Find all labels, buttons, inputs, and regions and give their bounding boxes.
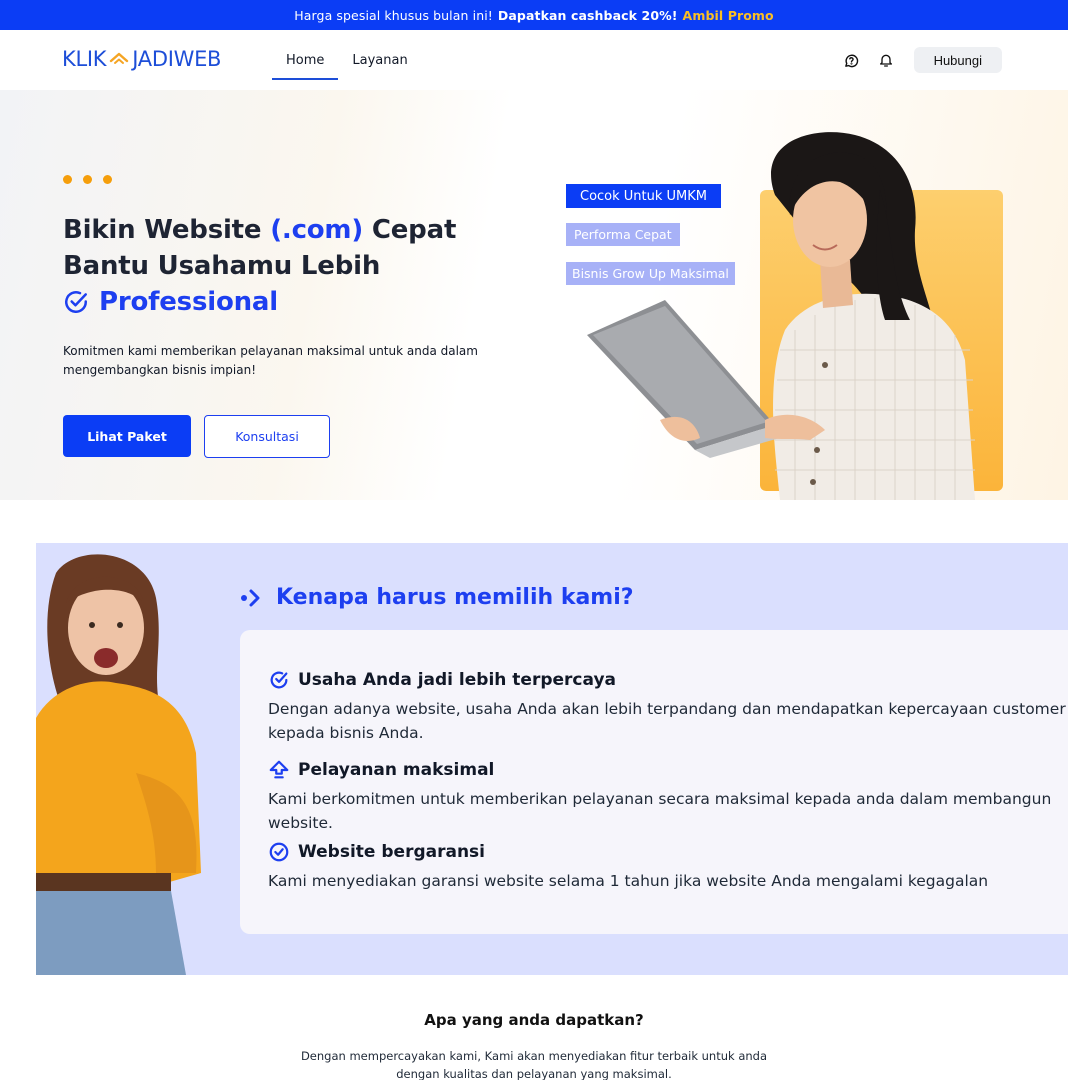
promo-banner: Harga spesial khusus bulan ini! Dapatkan… <box>0 0 1068 30</box>
feature-text: Dengan adanya website, usaha Anda akan l… <box>268 700 1066 742</box>
house-logo-icon <box>110 52 129 64</box>
hero-woman-laptop-image <box>587 132 975 500</box>
excited-woman-image <box>36 554 201 975</box>
decorative-dots <box>63 175 112 184</box>
promo-highlight: Dapatkan cashback 20%! <box>497 7 678 23</box>
tag-growth: Bisnis Grow Up Maksimal <box>566 262 735 285</box>
tag-performance: Performa Cepat <box>566 223 680 246</box>
benefits-title: Apa yang anda dapatkan? <box>424 1011 644 1029</box>
feature-item: Usaha Anda jadi lebih terpercaya Dengan … <box>268 668 1068 745</box>
bell-icon[interactable] <box>876 50 896 70</box>
tag-umkm: Cocok Untuk UMKM <box>566 184 722 208</box>
navbar: KLIK JADIWEB Home Layanan Hubungi <box>0 30 1068 90</box>
arrow-up-icon <box>269 760 289 779</box>
badge-check-icon <box>269 842 289 862</box>
why-section: Kenapa harus memilih kami? Usaha Anda ja… <box>36 543 1068 975</box>
hero-title-line3: Professional <box>99 287 278 317</box>
logo[interactable]: KLIK JADIWEB <box>62 47 221 71</box>
feature-title: Website bergaransi <box>298 842 485 862</box>
view-packages-button[interactable]: Lihat Paket <box>63 415 191 457</box>
why-title: Kenapa harus memilih kami? <box>240 585 634 610</box>
check-circle-icon <box>270 671 288 689</box>
hero-title: Bikin Website (.com) Cepat Bantu Usahamu… <box>63 212 456 320</box>
circle-check-icon <box>65 291 87 313</box>
promo-link[interactable]: Ambil Promo <box>683 8 774 23</box>
benefits-line-2: dengan kualitas dan pelayanan yang maksi… <box>396 1067 672 1080</box>
contact-button[interactable]: Hubungi <box>913 47 1002 73</box>
promo-text: Harga spesial khusus bulan ini! <box>294 7 493 23</box>
logo-text-left: KLIK <box>62 47 107 71</box>
nav-home[interactable]: Home <box>272 50 339 80</box>
feature-text: Kami menyediakan garansi website selama … <box>268 872 989 890</box>
feature-item: Website bergaransi Kami menyediakan gara… <box>268 840 1068 893</box>
nav-links: Home Layanan <box>272 50 422 80</box>
hero-section: Bikin Website (.com) Cepat Bantu Usahamu… <box>0 90 1068 500</box>
hero-description: Komitmen kami memberikan pelayanan maksi… <box>63 344 478 377</box>
chevron-right-icon <box>241 589 260 606</box>
nav-actions: Hubungi <box>842 47 1002 73</box>
hero-title-part1: Bikin Website <box>63 215 271 245</box>
hero-title-line2: Bantu Usahamu Lebih <box>63 251 381 281</box>
hero-title-accent: (.com) <box>270 215 364 245</box>
why-title-text: Kenapa harus memilih kami? <box>276 585 634 610</box>
feature-text: Kami berkomitmen untuk memberikan pelaya… <box>268 790 1052 832</box>
hero-title-part2: Cepat <box>363 215 457 245</box>
nav-layanan[interactable]: Layanan <box>338 50 421 80</box>
benefits-description: Dengan mempercayakan kami, Kami akan men… <box>0 1047 1068 1080</box>
feature-title: Pelayanan maksimal <box>298 760 495 780</box>
features-card: Usaha Anda jadi lebih terpercaya Dengan … <box>240 630 1068 934</box>
chat-help-icon[interactable] <box>842 50 862 70</box>
logo-text-right: JADIWEB <box>132 47 222 71</box>
feature-item: Pelayanan maksimal Kami berkomitmen untu… <box>268 758 1068 835</box>
feature-title: Usaha Anda jadi lebih terpercaya <box>298 670 616 690</box>
consultation-button[interactable]: Konsultasi <box>204 415 330 458</box>
benefits-line-1: Dengan mempercayakan kami, Kami akan men… <box>300 1049 768 1063</box>
